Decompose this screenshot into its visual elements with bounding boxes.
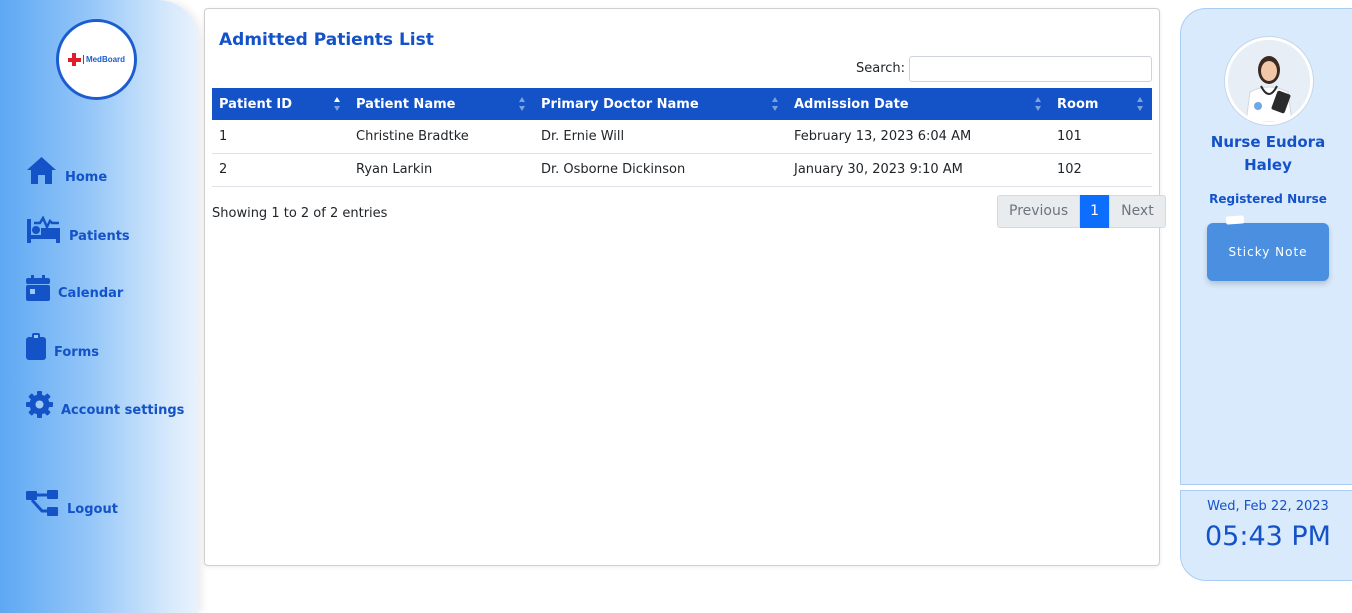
clock-panel: Wed, Feb 22, 2023 05:43 PM [1180,490,1352,581]
home-icon [27,157,56,184]
sidebar-item-label: Logout [67,502,118,517]
sidebar-item-label: Patients [69,229,130,244]
cell-patient-name: Ryan Larkin [349,153,534,187]
bed-pulse-icon [27,216,60,243]
clipboard-icon [26,333,46,360]
column-header-label: Admission Date [794,96,909,112]
cell-room: 102 [1050,153,1152,187]
app-logo[interactable]: MedBoard [56,19,137,100]
table-row[interactable]: 2 Ryan Larkin Dr. Osborne Dickinson Janu… [212,153,1152,187]
current-date: Wed, Feb 22, 2023 [1207,499,1329,514]
column-header-label: Patient Name [356,96,456,112]
sort-icon [519,97,526,111]
column-header-patient-name[interactable]: Patient Name [349,88,534,120]
sticky-note-label: Sticky Note [1228,245,1308,259]
table-row[interactable]: 1 Christine Bradtke Dr. Ernie Will Febru… [212,120,1152,154]
sidebar-item-home[interactable]: Home [26,156,107,185]
sort-ascending-icon [334,97,341,111]
cell-doctor-name: Dr. Osborne Dickinson [534,153,787,187]
column-header-label: Room [1057,96,1099,112]
cell-admission-date: January 30, 2023 9:10 AM [787,153,1050,187]
pagination: Previous 1 Next [997,195,1166,228]
column-header-label: Primary Doctor Name [541,96,699,112]
calendar-icon [26,275,50,301]
sidebar-item-label: Calendar [58,286,124,301]
sitemap-icon [26,490,58,516]
sidebar-item-logout[interactable]: Logout [26,490,118,517]
sidebar-item-label: Account settings [61,403,185,418]
logo-mark: MedBoard [67,53,125,66]
sidebar: MedBoard Home Patients Calendar Forms Ac… [0,0,198,613]
column-header-label: Patient ID [219,96,293,112]
sidebar-item-label: Home [65,170,108,185]
page-title: Admitted Patients List [219,30,434,50]
column-header-patient-id[interactable]: Patient ID [212,88,349,120]
sort-icon [772,97,779,111]
sort-icon [1137,97,1144,111]
patients-table: Patient ID Patient Name Primary Doctor N… [212,88,1152,187]
patients-panel: Admitted Patients List Search: Patient I… [204,8,1166,566]
previous-page-button[interactable]: Previous [997,195,1081,228]
nurse-name: Nurse Eudora Haley [1210,133,1326,174]
sticky-note-button[interactable]: Sticky Note [1207,215,1329,281]
search-label: Search: [856,61,906,76]
sidebar-item-label: Forms [54,345,99,360]
table-info: Showing 1 to 2 of 2 entries [212,206,388,221]
avatar[interactable] [1225,37,1313,125]
logo-text: MedBoard [82,55,125,64]
sidebar-item-forms[interactable]: Forms [26,333,99,360]
cell-admission-date: February 13, 2023 6:04 AM [787,120,1050,154]
cell-patient-id: 1 [212,120,349,154]
gear-icon [26,391,53,418]
cell-room: 101 [1050,120,1152,154]
sticky-note-tab [1225,215,1245,225]
sort-icon [1035,97,1042,111]
column-header-primary-doctor[interactable]: Primary Doctor Name [534,88,787,120]
cell-patient-name: Christine Bradtke [349,120,534,154]
sidebar-item-calendar[interactable]: Calendar [26,275,123,301]
search-input[interactable] [909,56,1152,82]
medical-cross-icon [67,53,81,66]
cell-doctor-name: Dr. Ernie Will [534,120,787,154]
table-header-row: Patient ID Patient Name Primary Doctor N… [212,88,1152,120]
sidebar-item-account-settings[interactable]: Account settings [26,391,184,418]
column-header-room[interactable]: Room [1050,88,1152,120]
profile-panel: Nurse Eudora Haley Registered Nurse Stic… [1180,8,1352,485]
column-header-admission-date[interactable]: Admission Date [787,88,1050,120]
current-time: 05:43 PM [1205,521,1331,552]
sidebar-item-patients[interactable]: Patients [26,216,130,244]
cell-patient-id: 2 [212,153,349,187]
nurse-role: Registered Nurse [1209,192,1327,206]
page-1-button[interactable]: 1 [1080,195,1110,228]
next-page-button[interactable]: Next [1109,195,1166,228]
nurse-avatar-image [1228,40,1310,122]
